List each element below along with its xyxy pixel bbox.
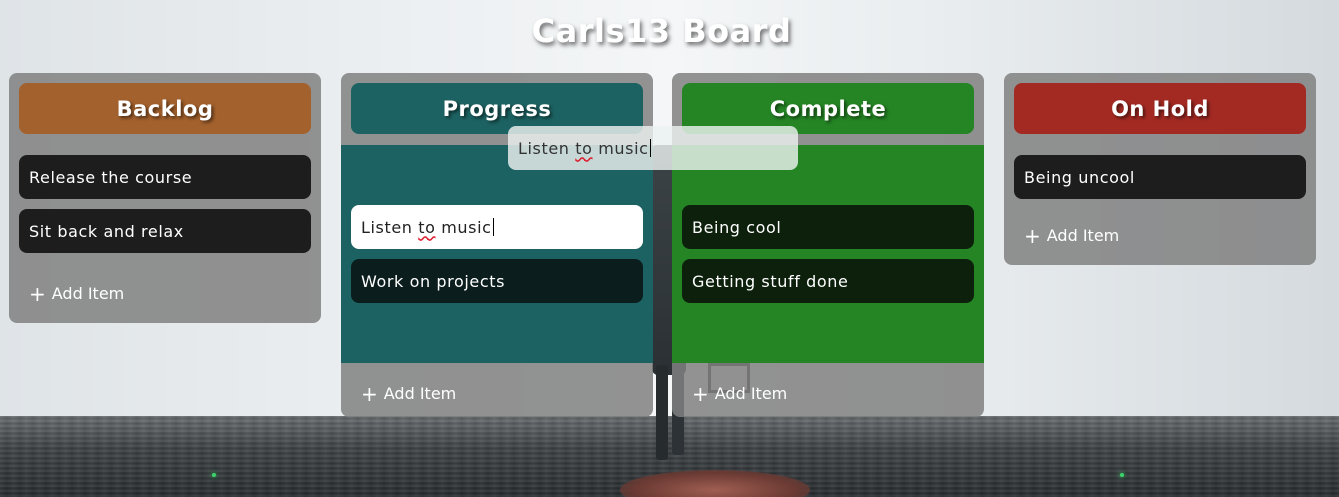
list-item[interactable]: Release the course	[19, 155, 311, 199]
column-header-on-hold: On Hold	[1014, 83, 1306, 134]
board-title: Carls13 Board	[531, 12, 792, 50]
list-item[interactable]: Being cool	[682, 205, 974, 249]
list-item[interactable]: Work on projects	[351, 259, 643, 303]
column-backlog: Backlog Release the course Sit back and …	[9, 73, 321, 323]
plus-icon: +	[361, 381, 378, 406]
plus-icon: +	[692, 381, 709, 406]
background-light	[1120, 473, 1124, 477]
background-light	[212, 473, 216, 477]
column-complete: Complete Being cool Getting stuff done +…	[672, 73, 984, 417]
list-item[interactable]: Getting stuff done	[682, 259, 974, 303]
list-item[interactable]: Being uncool	[1014, 155, 1306, 199]
add-item-label: Add Item	[714, 384, 788, 403]
drag-ghost-card[interactable]: Listen to music	[508, 126, 798, 170]
add-item-label: Add Item	[383, 384, 457, 403]
column-list-complete	[672, 145, 984, 363]
add-item-button[interactable]: + Add Item	[29, 281, 125, 306]
text-caret	[649, 139, 651, 157]
add-item-label: Add Item	[1046, 226, 1120, 245]
add-item-label: Add Item	[51, 284, 125, 303]
list-item[interactable]: Sit back and relax	[19, 209, 311, 253]
text-caret	[492, 218, 494, 236]
plus-icon: +	[29, 281, 46, 306]
column-list-progress	[341, 145, 653, 363]
column-header-backlog: Backlog	[19, 83, 311, 134]
add-item-button[interactable]: + Add Item	[692, 381, 788, 406]
column-on-hold: On Hold Being uncool + Add Item	[1004, 73, 1316, 265]
list-item-editing[interactable]: Listen to music	[351, 205, 643, 249]
add-item-button[interactable]: + Add Item	[361, 381, 457, 406]
column-progress: Progress Listen to music Work on project…	[341, 73, 653, 417]
add-item-button[interactable]: + Add Item	[1024, 223, 1120, 248]
list-item-text: Listen to music	[361, 217, 492, 237]
plus-icon: +	[1024, 223, 1041, 248]
